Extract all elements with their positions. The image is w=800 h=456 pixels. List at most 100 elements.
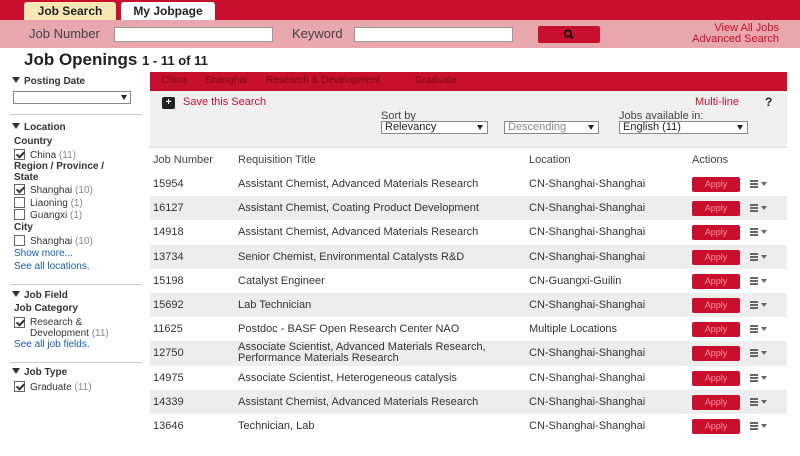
job-title-link[interactable]: Assistant Chemist, Coating Product Devel… [238,202,479,214]
job-table-body: 15954 Assistant Chemist, Advanced Materia… [150,172,787,438]
dropdown-arrow-icon [477,125,483,130]
job-title-link[interactable]: Assistant Chemist, Advanced Materials Re… [238,396,478,408]
table-row: 13646 Technician, Lab CN-Shanghai-Shanghai… [150,414,787,438]
row-actions-menu-icon[interactable] [750,373,767,383]
job-number-cell: 14975 [153,371,184,384]
location-heading[interactable]: Location [12,122,66,133]
job-title-link[interactable]: Lab Technician [238,299,311,311]
dropdown-arrow-icon [737,125,743,130]
filter-chip-shanghai[interactable]: Shanghai [205,75,247,86]
table-row: 13734 Senior Chemist, Environmental Catal… [150,244,787,269]
checkbox-checked[interactable] [14,149,25,160]
job-type-heading[interactable]: Job Type [12,367,67,378]
row-actions-menu-icon[interactable] [750,397,767,407]
job-number-input[interactable] [114,27,273,42]
apply-button[interactable]: Apply [692,346,740,362]
job-location-cell: CN-Guangxi-Guilin [529,274,622,287]
see-all-job-fields-link[interactable]: See all job fields. [14,339,90,350]
job-location-cell: CN-Shanghai-Shanghai [529,419,646,432]
job-title-link[interactable]: Postdoc - BASF Open Research Center NAO [238,323,459,335]
job-location-cell: CN-Shanghai-Shanghai [529,371,646,384]
apply-button[interactable]: Apply [692,249,740,265]
search-button[interactable] [538,26,600,43]
job-location-cell: CN-Shanghai-Shanghai [529,395,646,408]
apply-button[interactable]: Apply [692,418,740,434]
language-select[interactable]: English (11) [619,121,748,134]
row-actions-menu-icon[interactable] [750,276,767,286]
checkbox[interactable] [14,235,25,246]
column-header-job-number[interactable]: Job Number [153,154,213,166]
filter-chip-graduate[interactable]: Graduate [415,75,457,86]
row-actions-menu-icon[interactable] [750,324,767,334]
tab-my-jobpage[interactable]: My Jobpage [121,2,215,20]
apply-button[interactable]: Apply [692,297,740,313]
apply-button[interactable]: Apply [692,201,740,217]
save-search-link[interactable]: Save this Search [183,96,266,108]
filter-chip-rd[interactable]: Research & Development [266,75,380,86]
apply-button[interactable]: Apply [692,273,740,289]
dropdown-arrow-icon [588,125,594,130]
filter-country-china[interactable]: China (11) [14,149,76,161]
row-actions-menu-icon[interactable] [750,179,767,189]
job-title-link[interactable]: Senior Chemist, Environmental Catalysts … [238,251,464,263]
checkbox-checked[interactable] [14,184,25,195]
row-actions-menu-icon[interactable] [750,227,767,237]
posting-date-heading[interactable]: Posting Date [12,76,85,87]
checkbox[interactable] [14,197,25,208]
search-links: View All Jobs Advanced Search [692,23,779,45]
keyword-input[interactable] [354,27,513,42]
job-category-label: Job Category [14,303,78,314]
see-all-locations-link[interactable]: See all locations. [14,261,90,272]
job-title-link[interactable]: Technician, Lab [238,420,314,432]
filter-region-guangxi[interactable]: Guangxi (1) [14,209,82,221]
help-icon[interactable]: ? [765,95,772,109]
filter-chip-china[interactable]: China [161,75,187,86]
advanced-search-link[interactable]: Advanced Search [692,34,779,45]
column-header-location[interactable]: Location [529,154,571,166]
job-title-link[interactable]: Assistant Chemist, Advanced Materials Re… [238,226,478,238]
plus-icon[interactable]: + [162,97,175,109]
job-title-link[interactable]: Assistant Chemist, Advanced Materials Re… [238,178,478,190]
column-header-title[interactable]: Requisition Title [238,154,316,166]
row-actions-menu-icon[interactable] [750,300,767,310]
row-actions-menu-icon[interactable] [750,348,767,358]
job-field-heading[interactable]: Job Field [12,290,68,301]
apply-button[interactable]: Apply [692,225,740,241]
job-title-link[interactable]: Associate Scientist, Heterogeneous catal… [238,372,457,384]
apply-button[interactable]: Apply [692,394,740,410]
table-row: 15198 Catalyst Engineer CN-Guangxi-Guilin A… [150,269,787,293]
show-more-link[interactable]: Show more... [14,248,73,259]
collapse-triangle-icon [12,77,20,83]
row-actions-menu-icon[interactable] [750,203,767,213]
job-location-cell: Multiple Locations [529,323,618,336]
filter-region-shanghai[interactable]: Shanghai (10) [14,184,93,196]
job-number-cell: 15692 [153,298,184,311]
checkbox[interactable] [14,209,25,220]
tab-job-search[interactable]: Job Search [24,2,116,20]
job-title-link[interactable]: Associate Scientist, Advanced Materials … [238,342,526,364]
filter-region-liaoning[interactable]: Liaoning (1) [14,197,83,209]
multi-line-toggle[interactable]: Multi-line [695,96,739,108]
filter-city-shanghai[interactable]: Shanghai (10) [14,235,93,247]
apply-button[interactable]: Apply [692,322,740,338]
job-location-cell: CN-Shanghai-Shanghai [529,178,646,190]
sort-by-select[interactable]: Relevancy [381,121,488,134]
posting-date-select[interactable] [13,91,131,104]
job-location-cell: CN-Shanghai-Shanghai [529,298,646,311]
apply-button[interactable]: Apply [692,177,740,192]
filter-type-graduate[interactable]: Graduate (11) [14,381,92,393]
job-number-cell: 15198 [153,274,184,287]
row-actions-menu-icon[interactable] [750,421,767,431]
divider [10,284,142,285]
job-number-cell: 13646 [153,419,184,432]
apply-button[interactable]: Apply [692,370,740,386]
sort-order-select[interactable]: Descending [504,121,599,134]
table-row: 14975 Associate Scientist, Heterogeneous … [150,366,787,390]
checkbox-checked[interactable] [14,381,25,392]
job-title-link[interactable]: Catalyst Engineer [238,275,325,287]
checkbox-checked[interactable] [14,317,25,328]
job-location-cell: CN-Shanghai-Shanghai [529,202,646,215]
job-location-cell: CN-Shanghai-Shanghai [529,250,646,263]
row-actions-menu-icon[interactable] [750,252,767,262]
filter-category-rd[interactable]: Research & Development (11) [14,317,124,339]
